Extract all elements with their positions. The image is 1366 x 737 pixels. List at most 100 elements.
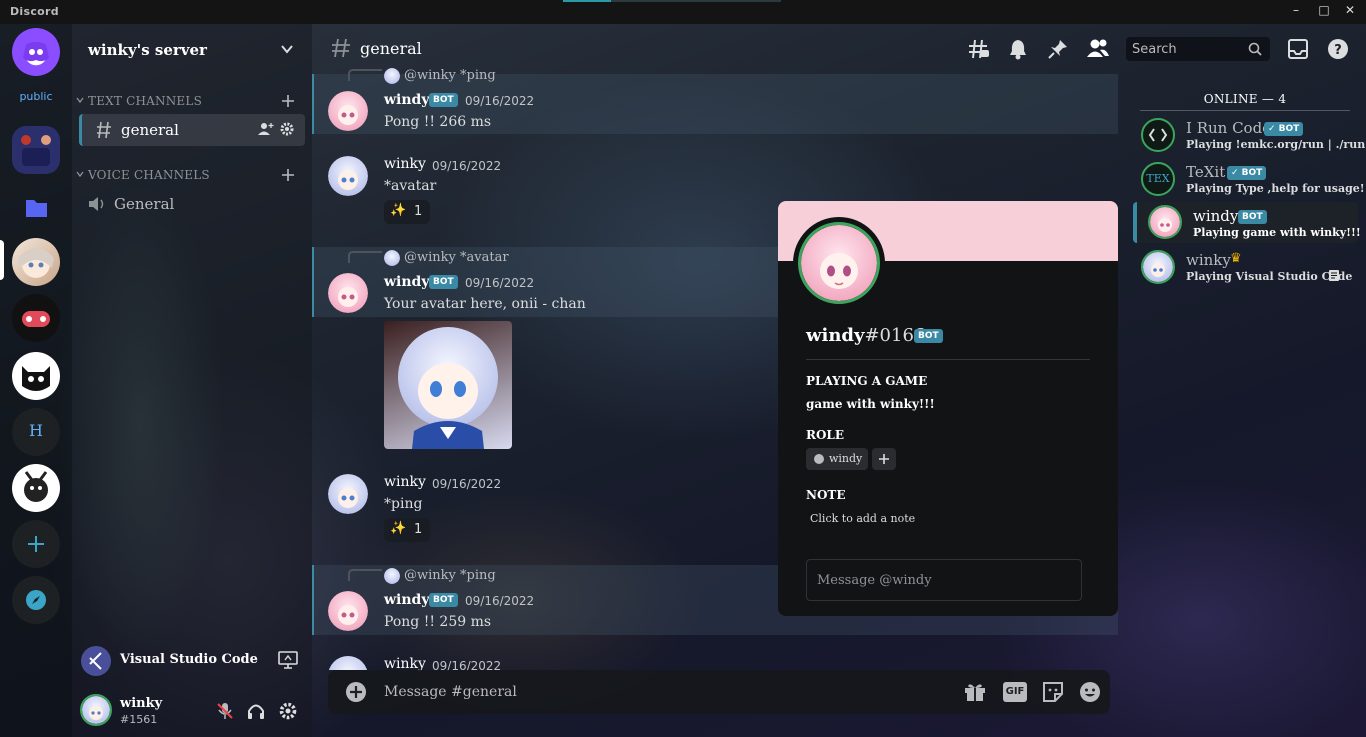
headphones-icon[interactable] [247,702,265,720]
server-letter: H [29,421,43,440]
message-author[interactable]: winky [384,156,426,172]
chevron-down-icon[interactable] [280,42,294,56]
member-name[interactable]: winky [1186,251,1231,269]
avatar-image-attachment[interactable] [384,321,512,449]
close-button[interactable]: ✕ [1340,3,1360,21]
home-button[interactable] [12,28,60,76]
verified-bot-badge: ✓ BOT [1264,122,1304,136]
member-avatar[interactable] [1141,250,1175,284]
user-avatar[interactable] [80,694,112,726]
profile-username: windy [806,325,865,346]
speaker-icon [88,196,106,212]
message-author[interactable]: windy [384,274,429,290]
maximize-button[interactable]: □ [1314,3,1334,21]
direct-message-input[interactable] [806,559,1082,601]
gear-icon[interactable] [280,122,294,136]
emoji-icon[interactable] [1079,681,1101,703]
profile-avatar[interactable] [793,217,885,309]
message-avatar[interactable] [328,656,368,670]
pin-icon[interactable] [1047,38,1069,60]
help-icon[interactable]: ? [1327,38,1349,60]
minimize-button[interactable]: – [1286,3,1306,21]
search-box[interactable] [1126,37,1270,61]
reply-avatar [384,568,400,584]
collapse-caret-icon[interactable] [76,96,84,104]
gif-button[interactable]: GIF [1003,682,1027,702]
server-icon-public[interactable] [12,126,60,174]
message-input[interactable] [384,682,944,702]
member-name[interactable]: TeXit [1186,163,1225,181]
update-indicator [563,0,611,2]
server-icon-gamepad[interactable] [12,294,60,342]
svg-text:?: ? [1334,43,1342,58]
threads-icon[interactable] [968,38,990,60]
compass-icon [25,589,47,611]
channel-title: general [360,39,422,58]
voice-channels-category[interactable]: VOICE CHANNELS [88,168,210,182]
gift-icon[interactable] [964,682,986,702]
member-name[interactable]: I Run Code [1186,119,1271,137]
role-color-dot [814,454,824,464]
message-author[interactable]: winky [384,474,426,490]
user-settings-gear-icon[interactable] [279,702,297,720]
muted-microphone-icon[interactable] [216,702,234,720]
message-timestamp: 09/16/2022 [432,477,502,491]
note-field[interactable]: Click to add a note [810,512,915,525]
member-avatar[interactable] [1148,205,1182,239]
member-activity: Playing !emkc.org/run | ./run [1186,138,1366,151]
message-avatar[interactable] [328,474,368,514]
message[interactable] [312,74,313,75]
reaction-button[interactable]: ✨ 1 [384,518,430,542]
reaction-button[interactable]: ✨ 1 [384,200,430,224]
member-list-icon[interactable] [1086,38,1110,58]
message-author[interactable]: windy [384,592,429,608]
bell-icon[interactable] [1008,38,1028,60]
hash-icon [96,121,112,139]
reply-preview[interactable]: @winky *ping [404,68,496,83]
message-avatar[interactable] [328,156,368,196]
attach-plus-icon[interactable] [345,681,367,703]
inbox-icon[interactable] [1288,39,1308,59]
reply-connector [348,69,382,81]
server-icon-face[interactable] [12,464,60,512]
search-input[interactable] [1132,40,1242,58]
server-icon-h[interactable]: H [12,408,60,456]
member-activity: Playing Visual Studio Code [1186,270,1353,283]
text-channels-category[interactable]: TEXT CHANNELS [88,94,202,108]
message-timestamp: 09/16/2022 [465,594,535,608]
hash-icon [331,38,351,58]
message-avatar[interactable] [328,591,368,631]
member-name[interactable]: windy [1193,207,1238,225]
screen-share-icon[interactable] [278,651,298,669]
add-role-button[interactable] [872,448,896,470]
invite-icon[interactable] [258,122,274,136]
collapse-caret-icon[interactable] [76,170,84,178]
sticker-icon[interactable] [1042,681,1064,703]
server-icon-anime[interactable] [12,238,60,286]
server-name[interactable]: winky's server [88,41,207,59]
activity-app-icon [81,646,111,676]
reply-preview[interactable]: @winky *ping [404,568,496,583]
role-chip[interactable]: windy [806,448,868,470]
server-icon-cat[interactable] [12,352,60,400]
title-bar-strip [611,0,781,2]
message-author[interactable]: windy [384,92,429,108]
message-content: *ping [384,496,423,512]
explore-servers-button[interactable] [12,576,60,624]
message-avatar[interactable] [328,91,368,131]
add-server-button[interactable] [12,520,60,568]
member-avatar[interactable]: TEX [1141,162,1175,196]
activity-name: Visual Studio Code [120,652,258,667]
message-avatar[interactable] [328,273,368,313]
create-channel-plus-icon[interactable] [281,168,295,182]
folder-icon[interactable] [12,184,60,232]
username: winky [120,696,163,711]
verified-bot-badge: ✓ BOT [1227,166,1267,180]
reply-preview[interactable]: @winky *avatar [404,250,509,265]
member-activity: Playing game with winky!!! [1193,226,1361,239]
create-channel-plus-icon[interactable] [281,94,295,108]
sparkles-emoji: ✨ [390,521,407,536]
reply-text: *ping [460,568,496,583]
member-avatar[interactable] [1141,118,1175,152]
voice-channel-name[interactable]: General [114,195,174,213]
